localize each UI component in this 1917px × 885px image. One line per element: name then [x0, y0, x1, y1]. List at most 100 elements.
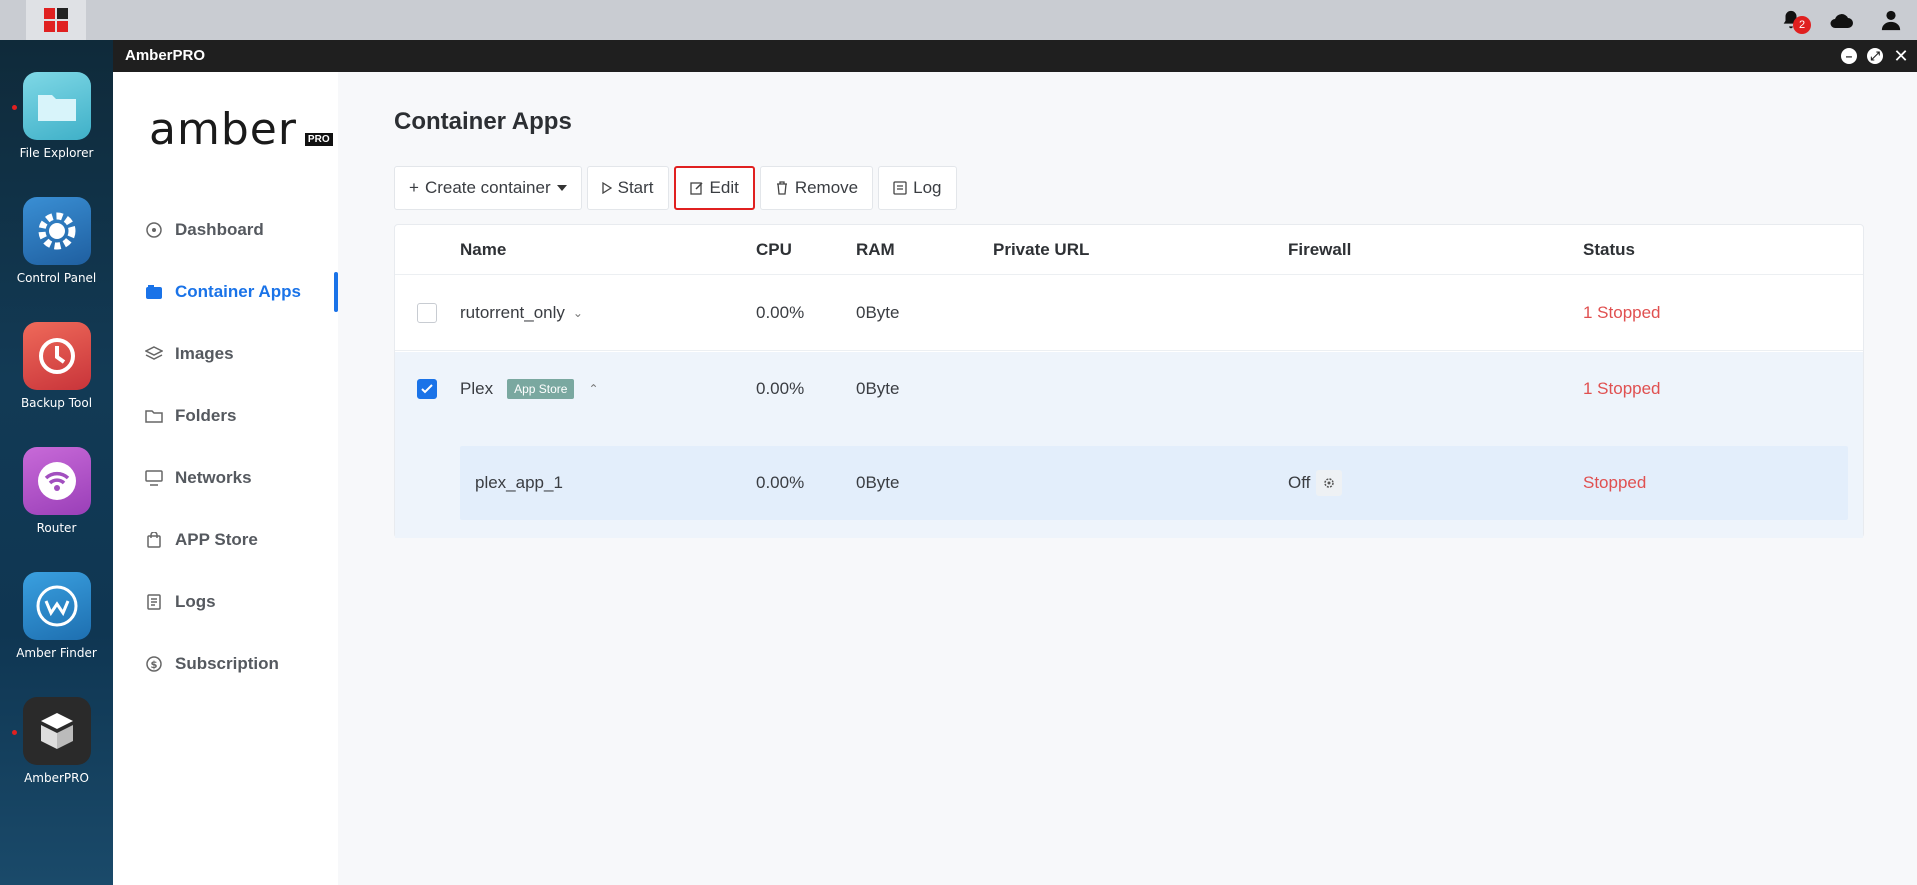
firewall-value: Off — [1288, 473, 1311, 492]
notification-badge: 2 — [1793, 16, 1811, 34]
maximize-button[interactable]: ⤢ — [1867, 48, 1883, 64]
chevron-down-icon[interactable]: ⌄ — [573, 306, 583, 320]
column-header-private-url[interactable]: Private URL — [993, 225, 1089, 275]
chevron-up-icon[interactable]: ⌃ — [588, 382, 598, 396]
app-dock: File Explorer Control Panel Backup Tool … — [0, 40, 113, 885]
gear-icon — [1324, 478, 1335, 488]
svg-text:$: $ — [151, 660, 158, 671]
edit-button[interactable]: Edit — [673, 166, 755, 210]
folder-icon — [145, 407, 163, 425]
window-titlebar: AmberPRO – ⤢ ✕ — [113, 40, 1917, 72]
cpu-value: 0.00% — [756, 379, 805, 398]
sidebar-item-folders[interactable]: Folders — [145, 396, 338, 436]
system-taskbar: 2 — [0, 0, 1917, 40]
log-button[interactable]: Log — [878, 166, 957, 210]
dock-item-amberpro[interactable]: AmberPRO — [0, 697, 113, 785]
sidebar-item-logs[interactable]: Logs — [145, 582, 338, 622]
container-icon — [145, 283, 163, 301]
dock-item-backup-tool[interactable]: Backup Tool — [0, 322, 113, 410]
layers-icon — [145, 345, 163, 363]
user-button[interactable] — [1877, 6, 1905, 34]
dock-label: Amber Finder — [16, 646, 97, 660]
create-container-button[interactable]: + Create container — [394, 166, 582, 210]
dollar-icon: $ — [145, 655, 163, 673]
finder-icon — [22, 572, 91, 640]
cloud-button[interactable] — [1827, 6, 1855, 34]
sidebar: amber PRO Dashboard Container Apps Image… — [113, 72, 338, 885]
firewall-settings-button[interactable] — [1316, 470, 1343, 496]
close-icon: ✕ — [1893, 46, 1909, 66]
notification-button[interactable]: 2 — [1777, 6, 1811, 34]
main-content: Container Apps + Create container Start … — [338, 72, 1917, 885]
sidebar-item-label: APP Store — [175, 530, 258, 549]
button-label: Remove — [794, 178, 859, 197]
table-row[interactable]: Plex App Store ⌃ 0.00% 0Byte 1 Stopped — [395, 352, 1863, 426]
dock-item-amber-finder[interactable]: Amber Finder — [0, 572, 113, 660]
dock-item-file-explorer[interactable]: File Explorer — [0, 72, 113, 160]
running-indicator — [12, 105, 17, 110]
monitor-icon — [145, 469, 163, 487]
dock-item-router[interactable]: Router — [0, 447, 113, 535]
sidebar-item-label: Networks — [175, 468, 252, 487]
sidebar-item-label: Dashboard — [175, 220, 264, 239]
minimize-button[interactable]: – — [1841, 48, 1857, 64]
ram-value: 0Byte — [856, 473, 900, 492]
status-value: 1 Stopped — [1583, 379, 1661, 398]
check-icon — [421, 384, 433, 394]
minimize-icon: – — [1845, 49, 1853, 63]
dock-item-control-panel[interactable]: Control Panel — [0, 197, 113, 285]
sidebar-item-images[interactable]: Images — [145, 334, 338, 374]
log-icon — [893, 181, 907, 195]
start-menu-button[interactable] — [26, 0, 86, 40]
app-store-tag: App Store — [507, 379, 575, 399]
app-window: AmberPRO – ⤢ ✕ amber PRO Dashboard Conta… — [113, 40, 1917, 885]
sub-container-name: plex_app_1 — [475, 473, 563, 492]
cpu-value: 0.00% — [756, 473, 805, 492]
start-button[interactable]: Start — [586, 166, 669, 210]
running-indicator — [12, 730, 17, 735]
clock-icon — [22, 322, 91, 390]
sidebar-item-subscription[interactable]: $ Subscription — [145, 644, 338, 684]
sidebar-item-app-store[interactable]: APP Store — [145, 520, 338, 560]
trash-icon — [775, 181, 789, 195]
table-row[interactable]: rutorrent_only ⌄ 0.00% 0Byte 1 Stopped — [395, 276, 1863, 351]
row-checkbox[interactable] — [417, 379, 437, 399]
close-button[interactable]: ✕ — [1893, 46, 1909, 66]
container-name: rutorrent_only — [460, 303, 565, 322]
gear-icon — [22, 197, 91, 265]
container-name: Plex — [460, 379, 494, 398]
wifi-icon — [22, 447, 91, 515]
folder-icon — [22, 72, 91, 140]
page-title: Container Apps — [394, 108, 572, 135]
sub-row[interactable]: plex_app_1 0.00% 0Byte Off Stopped — [460, 446, 1848, 520]
button-label: Start — [617, 178, 654, 197]
maximize-icon: ⤢ — [1870, 49, 1880, 63]
toolbar: + Create container Start Edit Remove Log — [394, 166, 957, 210]
sidebar-item-container-apps[interactable]: Container Apps — [145, 272, 338, 312]
caret-down-icon — [556, 185, 567, 191]
status-value: 1 Stopped — [1583, 303, 1661, 322]
column-header-cpu[interactable]: CPU — [756, 225, 792, 275]
cpu-value: 0.00% — [756, 303, 805, 322]
ram-value: 0Byte — [856, 379, 900, 398]
cube-icon — [22, 697, 91, 765]
apps-grid-icon — [44, 8, 68, 32]
ram-value: 0Byte — [856, 303, 900, 322]
column-header-status[interactable]: Status — [1583, 225, 1635, 275]
dashboard-icon — [145, 221, 163, 239]
containers-table: Name CPU RAM Private URL Firewall Status… — [394, 224, 1864, 538]
dock-label: File Explorer — [19, 146, 94, 160]
column-header-ram[interactable]: RAM — [856, 225, 895, 275]
table-row-expanded[interactable]: Plex App Store ⌃ 0.00% 0Byte 1 Stopped p… — [395, 352, 1863, 538]
remove-button[interactable]: Remove — [759, 166, 874, 210]
dock-label: Backup Tool — [20, 396, 93, 410]
sidebar-item-label: Container Apps — [175, 282, 301, 301]
user-icon — [1881, 10, 1901, 31]
column-header-name[interactable]: Name — [460, 225, 506, 275]
column-header-firewall[interactable]: Firewall — [1288, 225, 1351, 275]
sidebar-item-networks[interactable]: Networks — [145, 458, 338, 498]
row-checkbox[interactable] — [417, 303, 437, 323]
sidebar-item-label: Folders — [175, 406, 237, 425]
sidebar-item-dashboard[interactable]: Dashboard — [145, 210, 338, 250]
dock-label: AmberPRO — [24, 771, 89, 785]
